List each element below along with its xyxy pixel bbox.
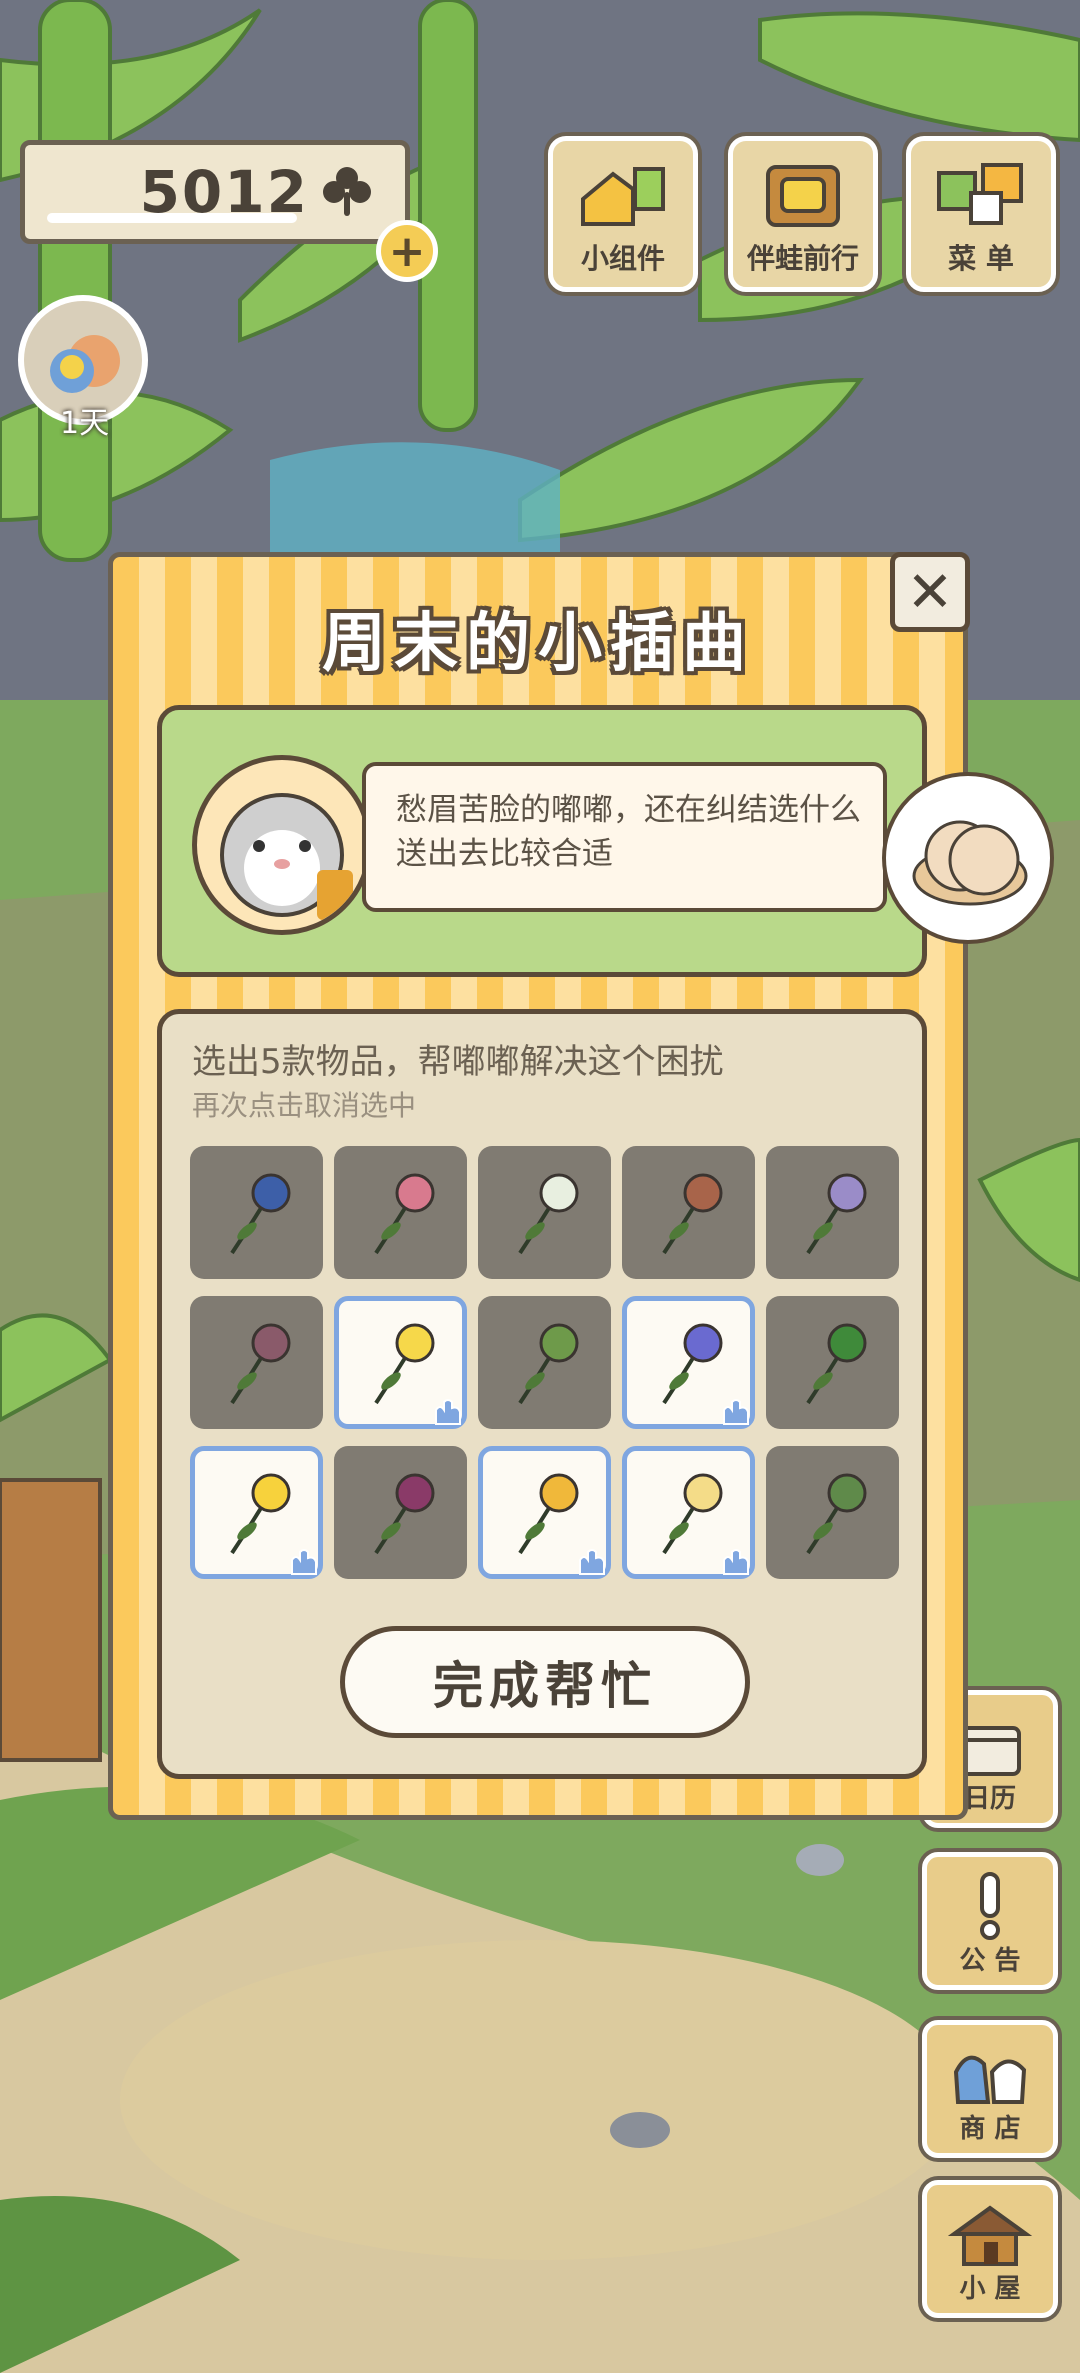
notice-label: 公 告: [959, 1946, 1021, 1976]
widget-button[interactable]: 小组件: [548, 136, 698, 292]
house-label: 小 屋: [959, 2274, 1021, 2304]
house-button[interactable]: 小 屋: [922, 2180, 1058, 2318]
shop-button[interactable]: 商 店: [922, 2020, 1058, 2158]
item-slot[interactable]: [478, 1446, 611, 1579]
item-slot[interactable]: [622, 1446, 755, 1579]
close-button[interactable]: ✕: [890, 552, 970, 632]
calendar-label: 日历: [963, 1784, 1016, 1814]
item-slot[interactable]: [190, 1446, 323, 1579]
item-slot[interactable]: [766, 1296, 899, 1429]
house-icon: [948, 2205, 1032, 2266]
companion-icon: [766, 165, 840, 227]
dialog-title: 周末的小插曲: [322, 607, 754, 681]
days-label: 1天: [60, 406, 110, 441]
blue-bellflower-icon: [229, 1173, 290, 1254]
menu-button[interactable]: 菜 单: [906, 136, 1056, 292]
widget-icon: [581, 167, 665, 226]
widget-label: 小组件: [580, 242, 665, 275]
counter-underline: [47, 213, 297, 223]
four-leaf-clover-icon: [805, 1323, 866, 1404]
selection-panel: 选出5款物品，帮嘟嘟解决这个困扰 再次点击取消选中 完成帮忙: [157, 1009, 927, 1779]
notice-button[interactable]: 公 告: [922, 1852, 1058, 1990]
story-text: 愁眉苦脸的嘟嘟，还在纠结选什么送出去比较合适: [396, 792, 861, 872]
item-grid: [190, 1146, 900, 1579]
selected-hand-icon: [723, 1549, 749, 1575]
story-bubble: 愁眉苦脸的嘟嘟，还在纠结选什么送出去比较合适: [362, 762, 887, 912]
item-slot[interactable]: [478, 1146, 611, 1279]
selected-hand-icon: [291, 1549, 317, 1575]
item-slot[interactable]: [766, 1446, 899, 1579]
add-clover-button[interactable]: +: [376, 220, 438, 282]
hamster-portrait: [192, 755, 372, 935]
selected-hand-icon: [579, 1549, 605, 1575]
clover-counter: 5012: [20, 140, 410, 244]
item-slot[interactable]: [334, 1296, 467, 1429]
shop-icon: [953, 2055, 1027, 2104]
item-slot[interactable]: [478, 1296, 611, 1429]
cattail-spike-icon: [661, 1173, 722, 1254]
item-slot[interactable]: [190, 1296, 323, 1429]
menu-icon: [937, 163, 1023, 225]
cookie-icon: [912, 820, 1028, 906]
small-bud-icon: [805, 1473, 866, 1554]
clover-icon: [323, 167, 371, 216]
companion-button[interactable]: 伴蛙前行: [728, 136, 878, 292]
shop-label: 商 店: [959, 2114, 1021, 2144]
selection-title: 选出5款物品，帮嘟嘟解决这个困扰: [192, 1042, 724, 1082]
menu-label: 菜 单: [948, 242, 1014, 275]
item-slot[interactable]: [190, 1146, 323, 1279]
hibiscus-icon: [373, 1473, 434, 1554]
event-dialog: 周末的小插曲 愁眉苦脸的嘟嘟，还在纠结选什么送出去比较合适 选出5款物品，帮嘟嘟…: [108, 552, 1054, 1820]
companion-label: 伴蛙前行: [746, 242, 859, 275]
pink-bud-branch-icon: [373, 1173, 434, 1254]
gift-bubble: [882, 772, 1054, 944]
selected-hand-icon: [435, 1399, 461, 1425]
story-panel: 愁眉苦脸的嘟嘟，还在纠结选什么送出去比较合适: [157, 705, 1054, 977]
item-slot[interactable]: [334, 1446, 467, 1579]
notice-icon: [980, 1872, 1000, 1940]
purple-sprig-icon: [229, 1323, 290, 1404]
lilac-cluster-icon: [805, 1173, 866, 1254]
item-slot[interactable]: [766, 1146, 899, 1279]
selected-hand-icon: [723, 1399, 749, 1425]
white-lily-icon: [517, 1173, 578, 1254]
item-slot[interactable]: [334, 1146, 467, 1279]
green-sprig-icon: [517, 1323, 578, 1404]
item-slot[interactable]: [622, 1296, 755, 1429]
hamster-icon: [220, 793, 353, 920]
selection-hint: 再次点击取消选中: [192, 1089, 417, 1122]
complete-help-button[interactable]: 完成帮忙: [340, 1626, 750, 1738]
item-slot[interactable]: [622, 1146, 755, 1279]
